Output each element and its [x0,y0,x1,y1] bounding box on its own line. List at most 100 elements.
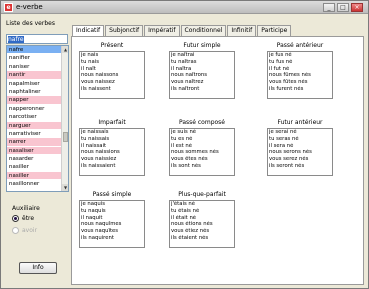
verb-list-item[interactable]: nafre [7,46,68,55]
conjugation-line: il était né [171,214,197,221]
tense-passe-compose: Passé composé je suis né tu es né il est né… [169,119,235,176]
verb-list-item[interactable]: nasillonner [7,180,68,189]
tense-conjugation-box[interactable]: je fus né tu fus né il fut né nous fûmes né… [267,51,333,99]
conjugation-line: nous naquîmes [81,221,122,228]
verb-search-input[interactable]: nafre [6,34,68,44]
verb-list-item[interactable]: naphtaliner [7,88,68,97]
radio-etre-label: être [22,215,35,222]
minimize-button[interactable]: _ [323,3,335,12]
tense-conjugation-box[interactable]: je serai né tu seras né il sera né nous ser… [267,128,333,176]
tense-conjugation-box[interactable]: je naissais tu naissais il naissait nous na… [79,128,145,176]
tense-passe-anterieur: Passé antérieur je fus né tu fus né il fut … [267,42,333,99]
verb-list[interactable]: nafre nanifier naniser nantir napalmiser naph… [6,45,69,192]
tense-conjugation-box[interactable]: je naquis tu naquis il naquit nous naquîmes… [79,200,145,248]
tense-conjugation-box[interactable]: j'étais né tu étais né il était né nous éti… [169,200,235,248]
tab-infinitif[interactable]: Infinitif [227,25,257,36]
conjugation-line: tu nais [81,58,99,65]
tab-conditionnel[interactable]: Conditionnel [180,25,227,36]
verb-list-item[interactable]: nanifier [7,54,68,63]
conjugation-line: vous naîtrez [171,79,204,86]
verb-list-item[interactable]: nasiller [7,171,68,181]
conjugation-line: vous serez nés [269,156,309,163]
conjugation-line: je fus né [269,52,292,58]
verb-list-scrollbar[interactable]: ▲ ▼ [61,46,68,191]
verb-list-item[interactable]: napper [7,96,68,105]
conjugation-line: nous naissons [81,72,119,79]
tense-title: Présent [100,42,124,49]
conjugation-line: ils seront nés [269,162,305,169]
verb-list-item[interactable]: napperonner [7,105,68,114]
tense-title: Passé antérieur [276,42,324,49]
conjugation-line: vous étiez nés [171,228,210,235]
radio-avoir-label: avoir [22,227,38,234]
conjugation-line: tu étais né [171,207,200,214]
radio-avoir-indicator [12,227,19,234]
tense-imparfait: Imparfait je naissais tu naissais il naissa… [79,119,145,176]
scroll-thumb[interactable] [63,132,68,142]
conjugation-line: il naîtra [171,65,192,72]
mood-tabs: Indicatif Subjonctif Impératif Condition… [72,25,292,37]
conjugation-line: nous naîtrons [171,72,207,79]
conjugation-panel: Présent je nais tu nais il naît nous naisson… [71,36,364,285]
tense-futur-anterieur: Futur antérieur je serai né tu seras né il … [267,119,333,176]
maximize-button[interactable]: □ [337,3,349,12]
conjugation-line: tu naissais [81,135,110,142]
verb-list-item[interactable]: narguer [7,121,68,130]
conjugation-line: nous naissions [81,149,120,156]
verb-list-item[interactable]: narcotiser [7,113,68,122]
tab-subjonctif[interactable]: Subjonctif [105,25,144,36]
conjugation-line: vous êtes nés [171,156,208,163]
tense-conjugation-box[interactable]: je suis né tu es né il est né nous sommes n… [169,128,235,176]
verb-list-item[interactable]: napalmiser [7,80,68,88]
verb-list-label: Liste des verbes [6,20,55,27]
conjugation-line: tu naquis [81,207,106,214]
tab-imperatif[interactable]: Impératif [144,25,180,36]
tense-conjugation-box[interactable]: je nais tu nais il naît nous naissons vous n… [79,51,145,99]
tense-present: Présent je nais tu nais il naît nous naisson… [79,42,145,99]
conjugation-line: il naquit [81,214,103,221]
tense-conjugation-box[interactable]: je naîtrai tu naîtras il naîtra nous naîtro… [169,51,235,99]
conjugation-line: ils naquirent [81,234,114,241]
verb-list-item[interactable]: nasaliser [7,146,68,156]
app-logo-icon: e [4,3,13,12]
conjugation-line: nous sommes nés [171,149,219,156]
conjugation-line: je naissais [81,129,109,135]
info-button[interactable]: Info [19,262,57,274]
conjugation-line: nous étions nés [171,221,213,228]
conjugation-line: ils naissent [81,85,111,92]
close-button[interactable]: × [351,3,363,12]
conjugation-line: je suis né [171,129,197,135]
conjugation-line: vous naissez [81,79,115,86]
radio-avoir: avoir [12,227,37,234]
conjugation-line: je nais [81,52,99,58]
tense-title: Futur antérieur [277,119,323,126]
scroll-up-icon[interactable]: ▲ [62,46,68,53]
conjugation-line: ils sont nés [171,162,201,169]
verb-list-item[interactable]: narrer [7,138,68,147]
conjugation-line: j'étais né [171,201,196,207]
conjugation-line: nous serons nés [269,149,312,156]
search-value: nafre [8,36,24,43]
radio-etre[interactable]: être [12,215,34,222]
conjugation-line: il est né [171,142,193,149]
auxiliary-label: Auxiliaire [12,205,40,212]
tense-plus-que-parfait: Plus-que-parfait j'étais né tu étais né il … [169,191,235,248]
tab-participe[interactable]: Participe [257,25,292,36]
verb-list-item[interactable]: nasarder [7,155,68,164]
radio-etre-indicator[interactable] [12,215,19,222]
conjugation-line: il naissait [81,142,107,149]
title-bar[interactable]: e e-verbe _ □ × [1,1,368,14]
scroll-down-icon[interactable]: ▼ [62,184,68,191]
verb-list-item[interactable]: naniser [7,63,68,72]
verb-list-item[interactable]: narrativiser [7,130,68,139]
window-title: e-verbe [16,3,43,11]
tense-title: Passé composé [179,119,225,126]
conjugation-line: vous naquîtes [81,228,119,235]
conjugation-line: ils naissaient [81,162,116,169]
conjugation-line: vous naissiez [81,156,117,163]
verb-list-item[interactable]: nantir [7,71,68,80]
verb-list-item[interactable]: nasiller [7,163,68,172]
conjugation-line: vous fûtes nés [269,79,308,86]
conjugation-line: il sera né [269,142,294,149]
conjugation-line: il fut né [269,65,290,72]
